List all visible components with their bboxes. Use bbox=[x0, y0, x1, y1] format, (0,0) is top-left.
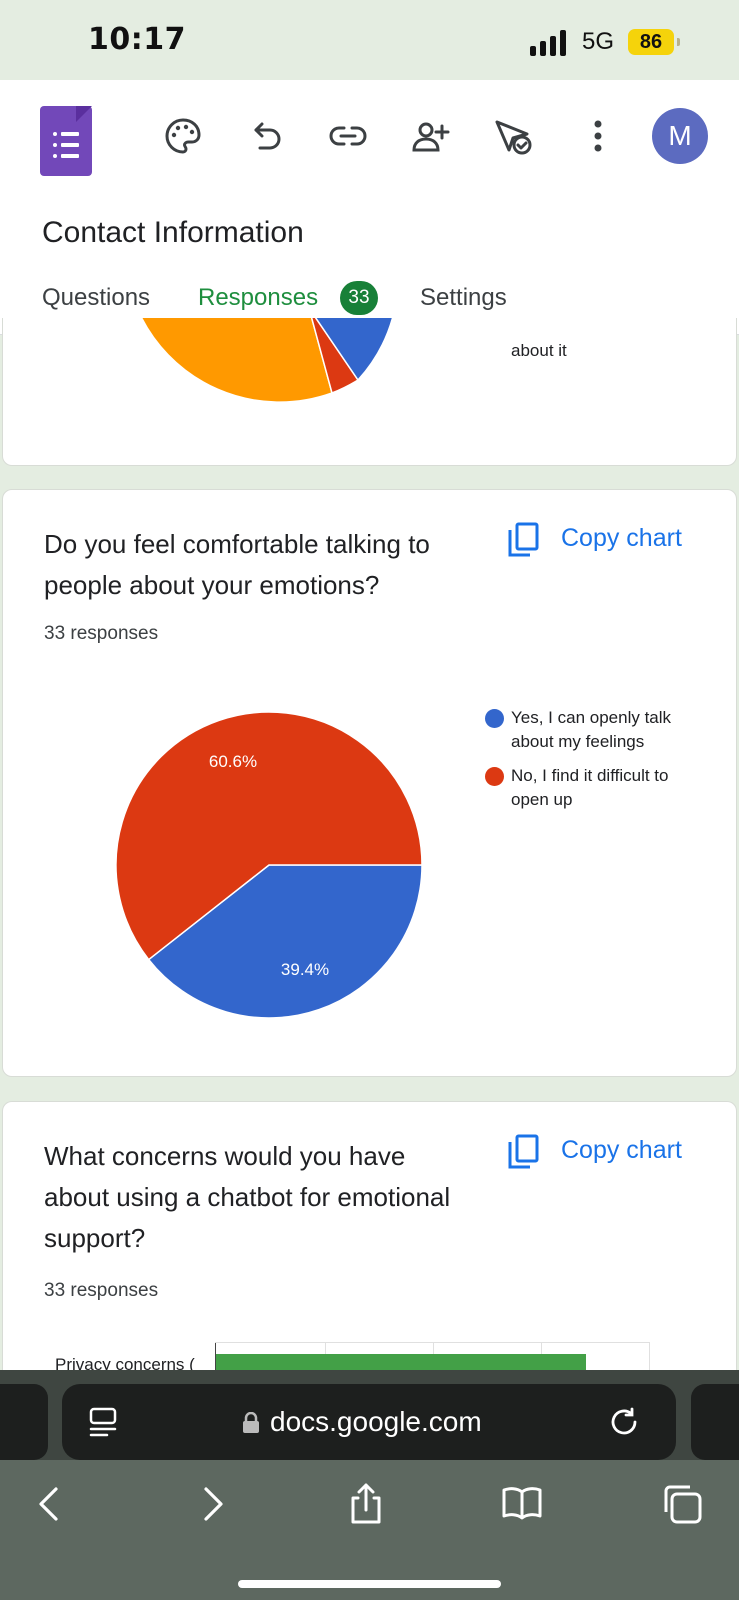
battery-indicator: 86 bbox=[628, 29, 680, 55]
previous-tab-preview[interactable] bbox=[0, 1384, 48, 1460]
tabs-icon[interactable] bbox=[660, 1482, 704, 1526]
reader-mode-icon[interactable] bbox=[88, 1406, 118, 1438]
palette-icon[interactable] bbox=[163, 116, 203, 156]
prev-pie-slice-orange bbox=[140, 318, 333, 403]
legend-item-no: No, I find it difficult to open up bbox=[483, 764, 683, 812]
previous-question-card: about it bbox=[2, 318, 737, 466]
undo-icon[interactable] bbox=[246, 116, 286, 156]
next-tab-preview[interactable] bbox=[691, 1384, 739, 1460]
copy-chart-label: Copy chart bbox=[561, 524, 682, 552]
pie-label-1: 60.6% bbox=[209, 752, 257, 771]
browser-address-area: docs.google.com bbox=[0, 1370, 739, 1460]
legend-dot-yes bbox=[485, 709, 504, 728]
legend-item-yes: Yes, I can openly talk about my feelings bbox=[483, 706, 683, 754]
address-bar[interactable]: docs.google.com bbox=[62, 1384, 676, 1460]
more-options-icon[interactable] bbox=[578, 116, 618, 156]
response-count: 33 responses bbox=[44, 1280, 159, 1301]
url-text[interactable]: docs.google.com bbox=[270, 1406, 482, 1438]
bookmarks-icon[interactable] bbox=[500, 1482, 544, 1526]
add-collaborator-icon[interactable] bbox=[410, 116, 450, 156]
status-time: 10:17 bbox=[88, 22, 186, 57]
legend-label-yes: Yes, I can openly talk about my feelings bbox=[511, 708, 672, 751]
google-forms-logo-icon[interactable] bbox=[40, 106, 92, 176]
bar-chart-topline bbox=[215, 1342, 650, 1343]
status-bar: 10:17 5G 86 bbox=[0, 0, 739, 80]
responses-count-badge: 33 bbox=[340, 281, 378, 315]
previous-legend-fragment: about it bbox=[511, 341, 567, 360]
share-icon[interactable] bbox=[344, 1482, 388, 1526]
pie-label-0: 39.4% bbox=[281, 960, 329, 979]
app-header: M Contact Information Questions Response… bbox=[0, 80, 739, 335]
copy-chart-label: Copy chart bbox=[561, 1136, 682, 1164]
forward-icon[interactable] bbox=[190, 1482, 234, 1526]
home-indicator bbox=[238, 1580, 501, 1588]
tab-responses[interactable]: Responses bbox=[198, 284, 318, 312]
tab-settings[interactable]: Settings bbox=[420, 284, 507, 312]
signal-icon bbox=[530, 30, 570, 56]
chart-legend: Yes, I can openly talk about my feelings… bbox=[483, 706, 683, 822]
browser-toolbar: docs.google.com bbox=[0, 1370, 739, 1600]
reload-icon[interactable] bbox=[608, 1406, 640, 1438]
response-count: 33 responses bbox=[44, 623, 159, 644]
network-label: 5G bbox=[582, 28, 615, 55]
lock-icon bbox=[243, 1412, 259, 1433]
back-icon[interactable] bbox=[28, 1482, 72, 1526]
legend-label-no: No, I find it difficult to open up bbox=[511, 766, 669, 809]
pie-chart: 39.4% 60.6% bbox=[115, 711, 423, 1019]
previous-pie-chart bbox=[140, 318, 394, 403]
account-avatar[interactable]: M bbox=[652, 108, 708, 164]
link-icon[interactable] bbox=[328, 116, 368, 156]
question-title: Do you feel comfortable talking to peopl… bbox=[44, 529, 430, 600]
question-title: What concerns would you have about using… bbox=[44, 1141, 451, 1253]
question-card-emotions: Do you feel comfortable talking to peopl… bbox=[2, 489, 737, 1077]
legend-dot-no bbox=[485, 767, 504, 786]
copy-icon bbox=[508, 1134, 539, 1169]
send-icon[interactable] bbox=[493, 116, 533, 156]
copy-icon bbox=[508, 522, 539, 557]
form-title: Contact Information bbox=[42, 216, 304, 249]
tab-questions[interactable]: Questions bbox=[42, 284, 150, 312]
